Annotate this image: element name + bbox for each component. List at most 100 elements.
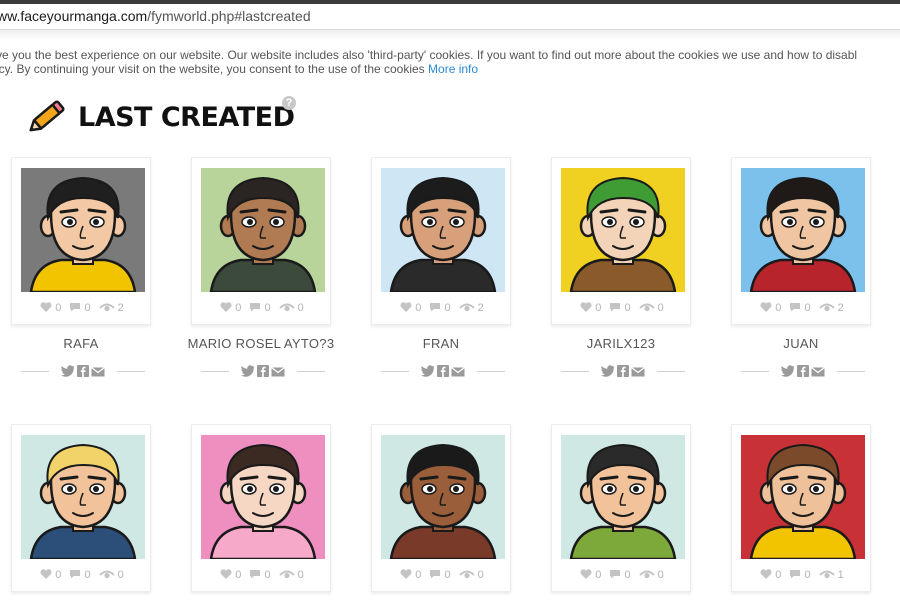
comment-stat[interactable]: 0 <box>429 302 451 314</box>
divider <box>657 371 685 372</box>
like-stat[interactable]: 0 <box>40 302 61 314</box>
avatar-card[interactable]: 0 0 1 <box>731 424 871 592</box>
avatar-name[interactable]: FRAN <box>351 336 531 351</box>
facebook-icon[interactable] <box>797 364 809 382</box>
avatar-card[interactable]: 0 0 2 <box>11 157 151 325</box>
heart-icon <box>760 302 772 314</box>
view-count: 0 <box>657 569 664 581</box>
comment-stat[interactable]: 0 <box>789 302 811 314</box>
email-icon[interactable] <box>271 364 285 382</box>
avatar-stats: 0 0 1 <box>732 569 872 581</box>
facebook-icon[interactable] <box>617 364 629 382</box>
eye-icon <box>278 302 295 314</box>
view-count: 2 <box>117 302 124 314</box>
view-count: 0 <box>297 302 304 314</box>
share-bar <box>201 364 325 378</box>
facebook-icon[interactable] <box>257 364 269 382</box>
twitter-icon[interactable] <box>241 364 255 382</box>
address-bar[interactable]: ww.faceyourmanga.com/fymworld.php#lastcr… <box>0 4 900 30</box>
comment-stat[interactable]: 0 <box>249 569 271 581</box>
comment-stat[interactable]: 0 <box>69 302 91 314</box>
comment-stat[interactable]: 0 <box>609 302 631 314</box>
cookie-notice-line1: ve you the best experience on our websit… <box>0 48 858 62</box>
twitter-icon[interactable] <box>781 364 795 382</box>
avatar-card[interactable]: 0 0 0 <box>551 157 691 325</box>
avatar-card[interactable]: 0 0 2 <box>731 157 871 325</box>
avatar-image[interactable] <box>381 435 505 559</box>
avatar-card[interactable]: 0 0 0 <box>191 424 331 592</box>
view-count: 2 <box>477 302 484 314</box>
url-text[interactable]: ww.faceyourmanga.com/fymworld.php#lastcr… <box>0 8 311 24</box>
avatar-card[interactable]: 0 0 0 <box>551 424 691 592</box>
avatar-image[interactable] <box>381 168 505 292</box>
eye-icon <box>278 569 295 581</box>
like-stat[interactable]: 0 <box>220 302 241 314</box>
like-count: 0 <box>235 302 242 314</box>
email-icon[interactable] <box>811 364 825 382</box>
avatar-name[interactable]: JARILX123 <box>531 336 711 351</box>
pencil-icon <box>29 100 65 132</box>
like-stat[interactable]: 0 <box>760 302 781 314</box>
comment-count: 0 <box>444 569 451 581</box>
avatar-name[interactable]: RAFA <box>0 336 171 351</box>
divider <box>297 371 325 372</box>
comment-icon <box>69 569 81 581</box>
avatar-image[interactable] <box>561 168 685 292</box>
avatar-card[interactable]: 0 0 0 <box>191 157 331 325</box>
view-stat: 0 <box>638 569 664 581</box>
divider <box>477 371 505 372</box>
comment-icon <box>249 569 261 581</box>
like-stat[interactable]: 0 <box>220 569 241 581</box>
like-count: 0 <box>235 569 242 581</box>
comment-stat[interactable]: 0 <box>789 569 811 581</box>
like-stat[interactable]: 0 <box>760 569 781 581</box>
avatar-image[interactable] <box>741 435 865 559</box>
avatar-stats: 0 0 0 <box>372 569 512 581</box>
comment-stat[interactable]: 0 <box>69 569 91 581</box>
comment-stat[interactable]: 0 <box>429 569 451 581</box>
like-stat[interactable]: 0 <box>400 302 421 314</box>
facebook-icon[interactable] <box>437 364 449 382</box>
email-icon[interactable] <box>91 364 105 382</box>
avatar-name[interactable]: MARIO ROSEL AYTO?3 <box>171 336 351 351</box>
avatar-card[interactable]: 0 0 0 <box>11 424 151 592</box>
avatar-image[interactable] <box>201 435 325 559</box>
heart-icon <box>400 302 412 314</box>
like-stat[interactable]: 0 <box>400 569 421 581</box>
avatar-card[interactable]: 0 0 2 <box>371 157 511 325</box>
comment-stat[interactable]: 0 <box>249 302 271 314</box>
eye-icon <box>638 569 655 581</box>
twitter-icon[interactable] <box>61 364 75 382</box>
comment-stat[interactable]: 0 <box>609 569 631 581</box>
comment-icon <box>609 569 621 581</box>
email-icon[interactable] <box>451 364 465 382</box>
share-bar <box>741 364 865 378</box>
avatar-name[interactable]: JUAN <box>711 336 891 351</box>
divider <box>837 371 865 372</box>
facebook-icon[interactable] <box>77 364 89 382</box>
heart-icon <box>220 302 232 314</box>
email-icon[interactable] <box>631 364 645 382</box>
twitter-icon[interactable] <box>601 364 615 382</box>
avatar-image[interactable] <box>561 435 685 559</box>
like-count: 0 <box>415 569 422 581</box>
more-info-link[interactable]: More info <box>428 62 478 76</box>
like-stat[interactable]: 0 <box>580 302 601 314</box>
eye-icon <box>818 302 835 314</box>
share-bar <box>561 364 685 378</box>
avatar-image[interactable] <box>21 168 145 292</box>
avatar-image[interactable] <box>21 435 145 559</box>
avatar-image[interactable] <box>741 168 865 292</box>
avatar-card[interactable]: 0 0 0 <box>371 424 511 592</box>
like-stat[interactable]: 0 <box>580 569 601 581</box>
comment-count: 0 <box>624 569 631 581</box>
like-count: 0 <box>595 302 602 314</box>
like-stat[interactable]: 0 <box>40 569 61 581</box>
help-icon[interactable]: ? <box>282 96 296 110</box>
divider <box>741 371 769 372</box>
avatar-image[interactable] <box>201 168 325 292</box>
eye-icon <box>98 569 115 581</box>
divider <box>201 371 229 372</box>
view-stat: 0 <box>458 569 484 581</box>
twitter-icon[interactable] <box>421 364 435 382</box>
